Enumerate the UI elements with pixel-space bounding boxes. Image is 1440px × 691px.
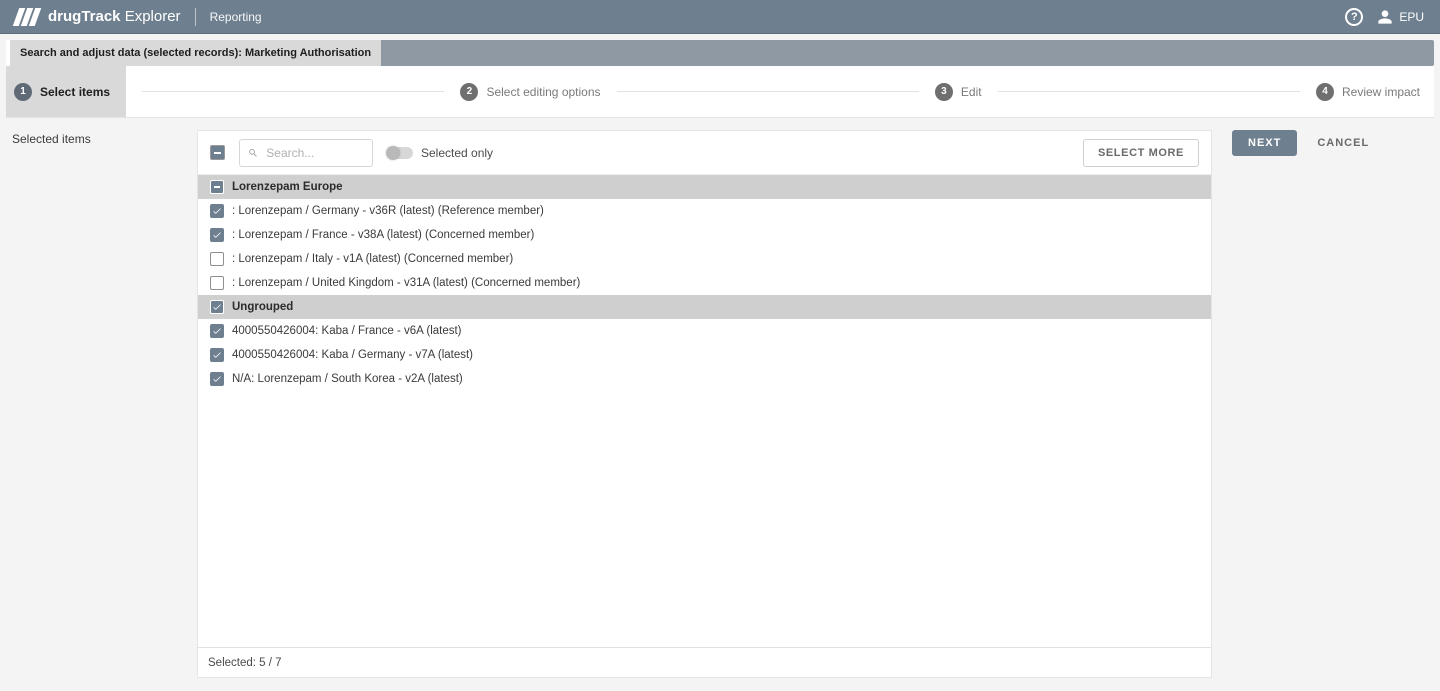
group-title: Lorenzepam Europe (232, 181, 343, 193)
item-checkbox[interactable] (210, 252, 224, 266)
step-1[interactable]: 1 Select items (6, 66, 126, 117)
master-checkbox[interactable] (210, 145, 225, 160)
list-item[interactable]: : Lorenzepam / France - v38A (latest) (C… (198, 223, 1211, 247)
active-tab[interactable]: Search and adjust data (selected records… (6, 40, 381, 66)
logo-stripes-icon (13, 8, 42, 26)
items-footer: Selected: 5 / 7 (198, 647, 1211, 677)
user-name: EPU (1399, 10, 1424, 24)
item-label: : Lorenzepam / France - v38A (latest) (C… (232, 229, 534, 241)
group-header[interactable]: Ungrouped (198, 295, 1211, 319)
list-item[interactable]: N/A: Lorenzepam / South Korea - v2A (lat… (198, 367, 1211, 391)
step-line (998, 91, 1300, 92)
item-label: : Lorenzepam / United Kingdom - v31A (la… (232, 277, 580, 289)
group-title: Ungrouped (232, 301, 293, 313)
nav-reporting[interactable]: Reporting (210, 10, 262, 24)
step-2[interactable]: 2 Select editing options (460, 83, 600, 101)
item-checkbox[interactable] (210, 372, 224, 386)
main-content: Selected items Selected only SELECT MORE… (0, 118, 1440, 678)
stepper: 1 Select items 2 Select editing options … (6, 66, 1434, 118)
vertical-separator (195, 8, 196, 26)
search-box[interactable] (239, 139, 373, 167)
step-2-num: 2 (460, 83, 478, 101)
switch-icon (387, 147, 413, 159)
select-more-button[interactable]: SELECT MORE (1083, 139, 1199, 167)
step-line (617, 91, 919, 92)
list-item[interactable]: : Lorenzepam / Italy - v1A (latest) (Con… (198, 247, 1211, 271)
next-button[interactable]: NEXT (1232, 130, 1297, 156)
step-3[interactable]: 3 Edit (935, 83, 982, 101)
step-line (142, 91, 444, 92)
app-name-bold: drugTrack (48, 8, 121, 25)
item-label: 4000550426004: Kaba / France - v6A (late… (232, 325, 462, 337)
list-item[interactable]: 4000550426004: Kaba / France - v6A (late… (198, 319, 1211, 343)
item-label: : Lorenzepam / Germany - v36R (latest) (… (232, 205, 544, 217)
actions-column: NEXT CANCEL (1232, 130, 1377, 156)
app-logo[interactable]: drugTrack Explorer (16, 8, 181, 26)
group-header[interactable]: Lorenzepam Europe (198, 175, 1211, 199)
group-checkbox[interactable] (210, 180, 224, 194)
search-icon (248, 147, 258, 159)
item-checkbox[interactable] (210, 204, 224, 218)
item-label: 4000550426004: Kaba / Germany - v7A (lat… (232, 349, 473, 361)
item-checkbox[interactable] (210, 324, 224, 338)
step-1-label: Select items (40, 85, 110, 99)
user-icon (1377, 9, 1393, 25)
list-item[interactable]: 4000550426004: Kaba / Germany - v7A (lat… (198, 343, 1211, 367)
step-2-label: Select editing options (486, 85, 600, 99)
app-name-light: Explorer (121, 8, 181, 25)
items-tree: Lorenzepam Europe : Lorenzepam / Germany … (198, 175, 1211, 647)
step-4[interactable]: 4 Review impact (1316, 83, 1420, 101)
step-1-num: 1 (14, 83, 32, 101)
indeterminate-icon (214, 152, 221, 154)
items-panel: Selected only SELECT MORE Lorenzepam Eur… (197, 130, 1212, 678)
list-item[interactable]: : Lorenzepam / United Kingdom - v31A (la… (198, 271, 1211, 295)
step-3-num: 3 (935, 83, 953, 101)
step-4-label: Review impact (1342, 85, 1420, 99)
cancel-button[interactable]: CANCEL (1309, 130, 1377, 156)
step-4-num: 4 (1316, 83, 1334, 101)
item-label: N/A: Lorenzepam / South Korea - v2A (lat… (232, 373, 463, 385)
selected-only-label: Selected only (421, 146, 493, 160)
app-header: drugTrack Explorer Reporting ? EPU (0, 0, 1440, 34)
item-checkbox[interactable] (210, 276, 224, 290)
help-icon[interactable]: ? (1345, 8, 1363, 26)
selected-count: Selected: 5 / 7 (208, 657, 282, 669)
selected-only-toggle[interactable]: Selected only (387, 146, 493, 160)
group-checkbox[interactable] (210, 300, 224, 314)
user-menu[interactable]: EPU (1377, 9, 1424, 25)
search-input[interactable] (264, 145, 364, 161)
items-toolbar: Selected only SELECT MORE (198, 131, 1211, 175)
list-item[interactable]: : Lorenzepam / Germany - v36R (latest) (… (198, 199, 1211, 223)
item-checkbox[interactable] (210, 228, 224, 242)
step-3-label: Edit (961, 85, 982, 99)
selected-items-label: Selected items (12, 130, 177, 146)
item-checkbox[interactable] (210, 348, 224, 362)
active-tab-label: Search and adjust data (selected records… (20, 47, 371, 59)
indeterminate-icon (214, 186, 220, 188)
item-label: : Lorenzepam / Italy - v1A (latest) (Con… (232, 253, 513, 265)
sub-header: Search and adjust data (selected records… (0, 34, 1440, 66)
